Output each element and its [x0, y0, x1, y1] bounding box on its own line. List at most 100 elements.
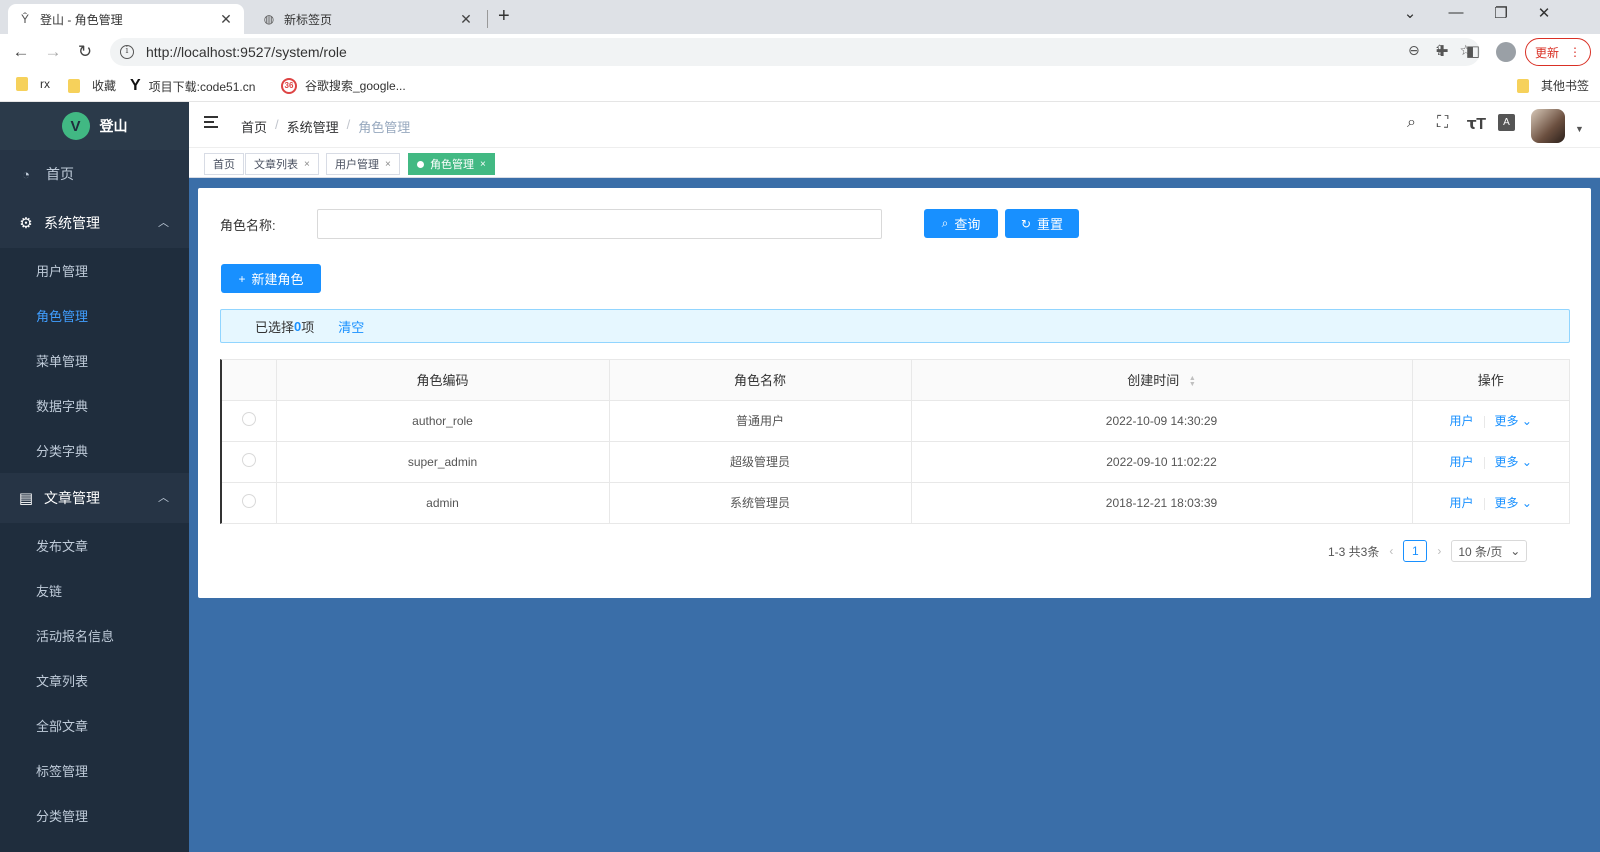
language-icon[interactable]: A	[1498, 114, 1515, 131]
sidebar-group-articles[interactable]: ▤ 文章管理 ︿	[0, 473, 189, 523]
cell-name: 系统管理员	[609, 482, 912, 523]
row-radio[interactable]	[241, 453, 256, 467]
add-role-button[interactable]: + 新建角色	[221, 264, 321, 293]
sidebar-item-all-articles[interactable]: 全部文章	[0, 703, 189, 748]
browser-tab-new[interactable]: ◍ 新标签页 ✕	[252, 4, 484, 34]
page-current[interactable]: 1	[1403, 540, 1428, 562]
sidebar-item-users[interactable]: 用户管理	[0, 248, 189, 293]
add-role-label: 新建角色	[251, 272, 304, 287]
tag-user-management[interactable]: 用户管理 ×	[326, 153, 400, 175]
bookmark-other[interactable]: 其他书签	[1517, 77, 1589, 94]
action-more-link[interactable]: 更多 ⌄	[1495, 455, 1532, 469]
column-header-name: 角色名称	[609, 360, 912, 401]
font-size-icon[interactable]: ꚍT	[1467, 114, 1486, 134]
new-tab-icon[interactable]: +	[498, 5, 510, 28]
extensions-icon[interactable]: ✚	[1432, 42, 1452, 60]
selection-suffix: 项	[301, 319, 315, 335]
sidebar-item-categories[interactable]: 分类管理	[0, 793, 189, 838]
site-info-icon[interactable]: i	[120, 45, 134, 59]
cell-actions: 用户 更多 ⌄	[1412, 482, 1569, 523]
close-icon[interactable]: ×	[480, 159, 486, 170]
sidebar-item-category-dict[interactable]: 分类字典	[0, 428, 189, 473]
tag-article-list[interactable]: 文章列表 ×	[245, 153, 319, 175]
reload-icon[interactable]: ↻	[73, 40, 97, 64]
menu-toggle-icon[interactable]	[204, 115, 220, 131]
sidebar-item-tags[interactable]: 标签管理	[0, 748, 189, 793]
sidebar-item-home[interactable]: ◔ 首页	[0, 150, 189, 198]
table-row: author_role 普通用户 2022-10-09 14:30:29 用户 更…	[222, 400, 1569, 442]
bookmark-favorites[interactable]: 收藏	[68, 77, 116, 94]
sort-icon[interactable]: ▲ ▼	[1189, 375, 1196, 388]
role-name-input[interactable]	[317, 209, 882, 239]
omnibox[interactable]: i http://localhost:9527/system/role ⊖ ⇪ …	[110, 38, 1480, 66]
page-size-select[interactable]: 10 条/页 ⌄	[1451, 540, 1528, 562]
clear-selection-link[interactable]: 清空	[338, 317, 364, 336]
address-bar-row: ← → ↻ i http://localhost:9527/system/rol…	[0, 34, 1600, 70]
tag-label: 角色管理	[430, 159, 474, 171]
side-panel-icon[interactable]: ◧	[1463, 42, 1483, 60]
url-text[interactable]: http://localhost:9527/system/role	[146, 44, 347, 60]
bookmark-rx[interactable]: rx	[16, 77, 50, 91]
close-tab-icon[interactable]: ✕	[458, 11, 474, 28]
bookmark-code51[interactable]: Y 项目下载:code51.cn	[130, 77, 255, 95]
back-icon[interactable]: ←	[9, 40, 33, 64]
close-window-icon[interactable]: ✕	[1530, 4, 1558, 22]
action-user-link[interactable]: 用户	[1450, 496, 1474, 510]
sidebar-item-roles[interactable]: 角色管理	[0, 293, 189, 338]
tag-role-management[interactable]: 角色管理 ×	[408, 153, 495, 175]
sidebar-item-publish[interactable]: 发布文章	[0, 523, 189, 568]
query-button[interactable]: ⌕ 查询	[924, 209, 998, 238]
refresh-icon: ↻	[1020, 216, 1032, 231]
pagination-summary: 1-3 共3条	[1328, 544, 1380, 559]
action-user-link[interactable]: 用户	[1450, 414, 1474, 428]
close-icon[interactable]: ×	[304, 159, 310, 170]
column-header-created[interactable]: 创建时间 ▲ ▼	[911, 360, 1413, 401]
profile-avatar[interactable]	[1496, 42, 1516, 62]
sidebar-item-signup[interactable]: 活动报名信息	[0, 613, 189, 658]
breadcrumb-system[interactable]: 系统管理	[287, 117, 339, 136]
minimize-icon[interactable]: —	[1442, 4, 1470, 21]
sidebar-item-article-list[interactable]: 文章列表	[0, 658, 189, 703]
browser-tab-active[interactable]: Ŷ 登山 - 角色管理 ✕	[8, 4, 244, 34]
action-more-link[interactable]: 更多 ⌄	[1495, 414, 1532, 428]
close-tab-icon[interactable]: ✕	[218, 11, 234, 28]
prev-page-icon[interactable]: ‹	[1389, 544, 1393, 558]
search-icon[interactable]: ⌕	[1407, 114, 1416, 132]
sidebar-item-dictionary[interactable]: 数据字典	[0, 383, 189, 428]
breadcrumb-current: 角色管理	[358, 120, 411, 135]
action-more-link[interactable]: 更多 ⌄	[1495, 496, 1532, 510]
kebab-menu-icon: ⋮	[1569, 45, 1581, 59]
globe-icon: ◍	[263, 12, 275, 26]
fullscreen-icon[interactable]: ⛶	[1437, 114, 1448, 132]
user-avatar[interactable]	[1531, 109, 1565, 143]
forward-icon[interactable]: →	[41, 40, 65, 64]
row-radio[interactable]	[241, 412, 256, 426]
reset-button[interactable]: ↻ 重置	[1005, 209, 1079, 238]
zoom-icon[interactable]: ⊖	[1408, 42, 1420, 59]
sidebar-group-system[interactable]: ⚙ 系统管理 ︿	[0, 198, 189, 248]
bookmark-label: 收藏	[92, 79, 117, 93]
tag-home[interactable]: 首页	[204, 153, 244, 175]
next-page-icon[interactable]: ›	[1437, 544, 1441, 558]
active-dot-icon	[417, 160, 424, 168]
row-radio[interactable]	[241, 494, 256, 509]
role-name-label: 角色名称:	[220, 218, 276, 233]
sidebar-item-menus[interactable]: 菜单管理	[0, 338, 189, 383]
breadcrumb-home[interactable]: 首页	[241, 117, 267, 136]
bookmark-google[interactable]: 36 谷歌搜索_google...	[281, 77, 406, 94]
restore-icon[interactable]: ❐	[1487, 4, 1515, 22]
update-button[interactable]: 更新 ⋮	[1525, 38, 1591, 66]
tab-search-icon[interactable]: ⌄	[1396, 4, 1424, 22]
action-user-link[interactable]: 用户	[1450, 455, 1474, 469]
close-icon[interactable]: ×	[385, 159, 391, 170]
gear-icon: ⚙	[19, 215, 33, 232]
browser-tab-bar: Ŷ 登山 - 角色管理 ✕ ◍ 新标签页 ✕ + ⌄ — ❐ ✕	[0, 0, 1600, 34]
cell-code: author_role	[276, 400, 610, 442]
sidebar-item-links[interactable]: 友链	[0, 568, 189, 613]
chevron-up-icon: ︿	[158, 492, 169, 504]
selection-count: 0	[294, 318, 302, 334]
app-logo[interactable]: V 登山	[0, 102, 189, 150]
cell-name: 超级管理员	[609, 441, 912, 483]
caret-down-icon[interactable]: ▼	[1575, 124, 1584, 134]
document-icon: ▤	[18, 490, 34, 507]
